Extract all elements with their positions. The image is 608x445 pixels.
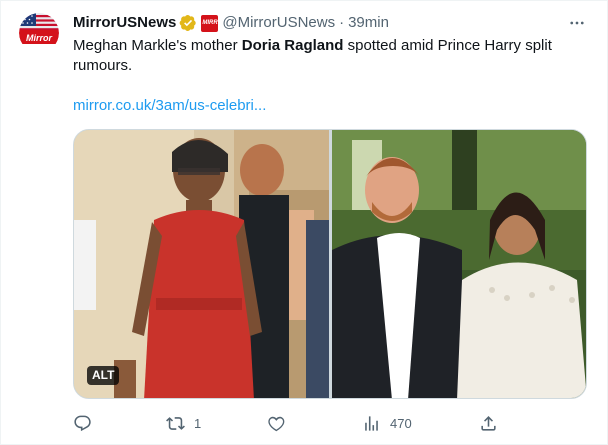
tweet-link[interactable]: mirror.co.uk/3am/us-celebri...	[73, 96, 266, 116]
more-horizontal-icon	[570, 21, 584, 25]
tweet-text-start: Meghan Markle's mother	[73, 37, 242, 54]
alt-badge[interactable]: ALT	[87, 366, 120, 385]
retweet-button[interactable]: 1	[166, 409, 201, 437]
views-count: 470	[390, 415, 412, 431]
action-bar: 1 470	[73, 409, 513, 437]
mirror-logo-icon: Mirror	[19, 13, 59, 53]
retweet-icon	[166, 416, 185, 430]
views-bar-chart-icon	[365, 415, 378, 431]
tweet-card[interactable]: Mirror MirrorUSNews MIRR OR @MirrorUSNew…	[0, 0, 608, 445]
photo-couple	[332, 130, 586, 398]
photo-harry-and-meghan[interactable]	[332, 130, 586, 398]
share-upload-icon	[481, 415, 496, 431]
svg-text:Mirror: Mirror	[26, 33, 53, 43]
separator-dot: ·	[339, 14, 345, 31]
avatar[interactable]: Mirror	[19, 13, 59, 53]
tweet-text: Meghan Markle's mother Doria Ragland spo…	[73, 36, 573, 76]
heart-icon	[268, 416, 285, 431]
media-grid[interactable]: ALT	[73, 129, 587, 399]
like-button[interactable]	[267, 409, 295, 437]
share-button[interactable]	[479, 409, 498, 437]
photo-woman-red-dress	[74, 130, 329, 398]
photo-doria-ragland[interactable]: ALT	[74, 130, 329, 398]
verified-badge-icon[interactable]	[179, 14, 197, 32]
reply-button[interactable]	[73, 409, 101, 437]
retweet-count: 1	[194, 415, 202, 431]
handle[interactable]: @MirrorUSNews	[222, 13, 335, 33]
timestamp[interactable]: 39min	[348, 13, 389, 33]
tweet-header: MirrorUSNews MIRR OR @MirrorUSNews · 39m…	[73, 13, 389, 33]
reply-icon	[74, 415, 91, 431]
tweet-text-bold: Doria Ragland	[241, 37, 344, 54]
display-name[interactable]: MirrorUSNews	[73, 13, 176, 33]
more-options-button[interactable]	[567, 13, 587, 33]
affiliate-badge-text: MIRR OR	[202, 20, 229, 26]
affiliate-badge[interactable]: MIRR OR	[201, 14, 229, 32]
views-button[interactable]: 470	[362, 409, 412, 437]
